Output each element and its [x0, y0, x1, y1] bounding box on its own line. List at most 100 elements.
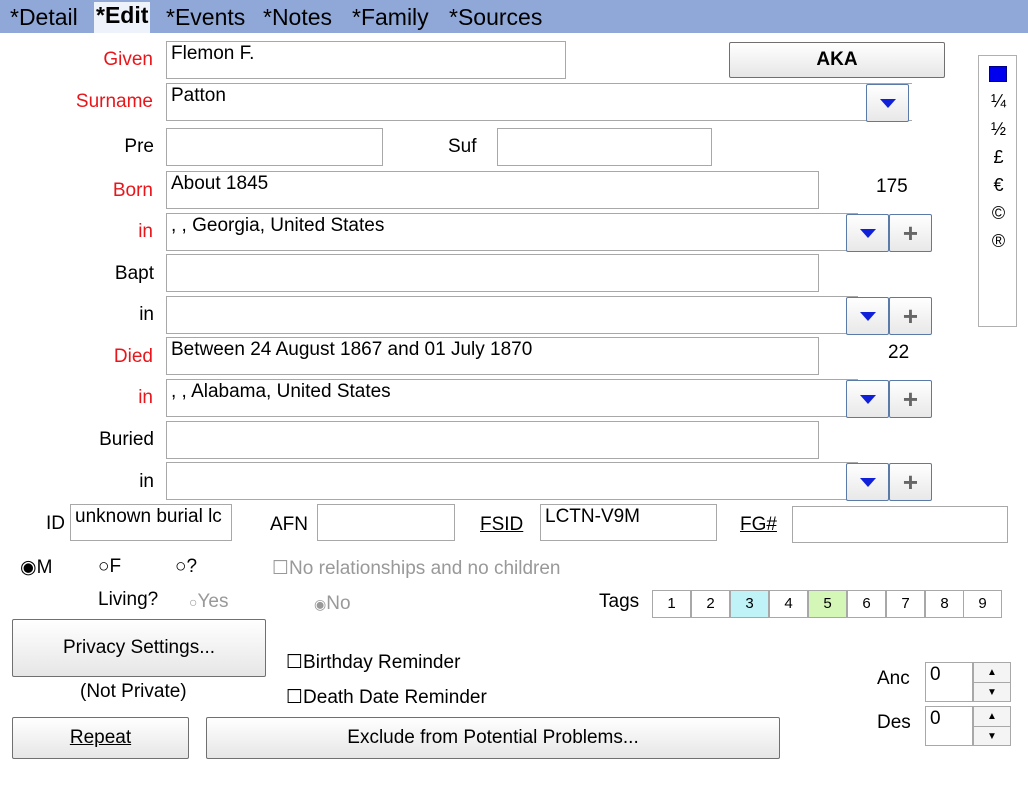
- chevron-down-icon: [859, 311, 876, 321]
- surname-label: Surname: [75, 91, 153, 112]
- living-yes-label: Yes: [197, 591, 229, 612]
- born-place-combobox[interactable]: , , Georgia, United States: [166, 213, 858, 251]
- tag-8[interactable]: 8: [925, 590, 964, 618]
- fsid-input[interactable]: LCTN-V9M: [540, 504, 717, 541]
- bapt-place-dropdown-button[interactable]: [846, 297, 889, 335]
- fg-link[interactable]: FG#: [740, 514, 777, 536]
- buried-place-add-button[interactable]: +: [889, 463, 932, 501]
- radio-empty-icon: ○: [175, 556, 187, 577]
- tab-notes[interactable]: *Notes: [263, 4, 332, 31]
- symbol-registered[interactable]: ®: [979, 231, 1018, 252]
- tag-6[interactable]: 6: [847, 590, 886, 618]
- tag-3[interactable]: 3: [730, 590, 769, 618]
- des-spinner[interactable]: ▲ ▼: [973, 706, 1011, 746]
- repeat-button[interactable]: Repeat: [12, 717, 189, 759]
- buried-label: Buried: [99, 429, 154, 450]
- tags-label: Tags: [599, 591, 640, 612]
- aka-button[interactable]: AKA: [729, 42, 945, 78]
- born-place-dropdown-button[interactable]: [846, 214, 889, 252]
- plus-icon: +: [902, 384, 919, 414]
- plus-icon: +: [902, 218, 919, 248]
- given-input[interactable]: Flemon F.: [166, 41, 566, 79]
- suffix-input[interactable]: [497, 128, 712, 166]
- symbol-half[interactable]: ½: [979, 119, 1018, 140]
- privacy-settings-button[interactable]: Privacy Settings...: [12, 619, 266, 677]
- sex-unknown-label: ?: [186, 556, 198, 577]
- tag-1[interactable]: 1: [652, 590, 691, 618]
- symbol-panel: ¼ ½ £ € © ®: [978, 55, 1017, 327]
- living-no-radio[interactable]: ◉No: [314, 593, 351, 615]
- died-place-dropdown-button[interactable]: [846, 380, 889, 418]
- tag-7[interactable]: 7: [886, 590, 925, 618]
- id-input[interactable]: unknown burial lc: [70, 504, 232, 541]
- died-label: Died: [113, 346, 153, 367]
- no-relationships-checkbox[interactable]: ☐No relationships and no children: [272, 557, 561, 580]
- born-date-input[interactable]: About 1845: [166, 171, 819, 209]
- died-date-input[interactable]: Between 24 August 1867 and 01 July 1870: [166, 337, 819, 375]
- symbol-pound[interactable]: £: [979, 147, 1018, 168]
- buried-place-combobox[interactable]: [166, 462, 858, 500]
- fg-input[interactable]: [792, 506, 1008, 543]
- sex-male-radio[interactable]: ◉M: [20, 556, 52, 579]
- buried-date-input[interactable]: [166, 421, 819, 459]
- bapt-place-combobox[interactable]: [166, 296, 858, 334]
- living-no-label: No: [326, 593, 351, 614]
- afn-label: AFN: [270, 514, 308, 535]
- born-place-add-button[interactable]: +: [889, 214, 932, 252]
- anc-input[interactable]: 0: [925, 662, 973, 702]
- spin-up-icon[interactable]: ▲: [974, 707, 1010, 726]
- prefix-input[interactable]: [166, 128, 383, 166]
- tab-family[interactable]: *Family: [352, 4, 429, 31]
- tab-edit-label: *Edit: [96, 2, 149, 28]
- tag-5[interactable]: 5: [808, 590, 847, 618]
- symbol-euro[interactable]: €: [979, 175, 1018, 196]
- tag-4[interactable]: 4: [769, 590, 808, 618]
- spin-down-icon[interactable]: ▼: [974, 682, 1010, 701]
- tab-events[interactable]: *Events: [166, 4, 245, 31]
- tab-notes-label: *Notes: [263, 4, 333, 30]
- death-reminder-checkbox[interactable]: ☐Death Date Reminder: [286, 686, 487, 709]
- checkbox-icon: ☐: [272, 558, 290, 579]
- sex-female-label: F: [109, 556, 122, 577]
- tag-9[interactable]: 9: [963, 590, 1002, 618]
- exclude-problems-button[interactable]: Exclude from Potential Problems...: [206, 717, 780, 759]
- birthday-reminder-checkbox[interactable]: ☐Birthday Reminder: [286, 651, 460, 674]
- anc-label: Anc: [877, 668, 910, 689]
- suf-label: Suf: [448, 136, 477, 157]
- privacy-status: (Not Private): [80, 681, 187, 702]
- given-label: Given: [103, 49, 153, 70]
- afn-input[interactable]: [317, 504, 455, 541]
- surname-combobox[interactable]: Patton: [166, 83, 912, 121]
- chevron-down-icon: [879, 98, 896, 108]
- bapt-date-input[interactable]: [166, 254, 819, 292]
- fsid-link-text: FSID: [480, 514, 524, 535]
- sex-female-radio[interactable]: ○F: [98, 556, 121, 578]
- died-in-label: in: [138, 387, 153, 408]
- sex-unknown-radio[interactable]: ○?: [175, 556, 197, 578]
- des-input[interactable]: 0: [925, 706, 973, 746]
- tag-2[interactable]: 2: [691, 590, 730, 618]
- tab-detail[interactable]: *Detail: [10, 4, 78, 31]
- surname-dropdown-button[interactable]: [866, 84, 909, 122]
- died-place-combobox[interactable]: , , Alabama, United States: [166, 379, 858, 417]
- symbol-quarter[interactable]: ¼: [979, 91, 1018, 112]
- buried-place-dropdown-button[interactable]: [846, 463, 889, 501]
- fsid-link[interactable]: FSID: [480, 514, 523, 536]
- spin-down-icon[interactable]: ▼: [974, 726, 1010, 745]
- chevron-down-icon: [859, 228, 876, 238]
- living-yes-radio[interactable]: ○Yes: [189, 591, 228, 613]
- symbol-copyright[interactable]: ©: [979, 203, 1018, 224]
- chevron-down-icon: [859, 394, 876, 404]
- radio-selected-icon: ◉: [314, 596, 327, 612]
- plus-icon: +: [902, 467, 919, 497]
- anc-spinner[interactable]: ▲ ▼: [973, 662, 1011, 702]
- died-place-add-button[interactable]: +: [889, 380, 932, 418]
- spin-up-icon[interactable]: ▲: [974, 663, 1010, 682]
- tab-edit[interactable]: *Edit: [94, 2, 151, 33]
- bapt-place-add-button[interactable]: +: [889, 297, 932, 335]
- born-in-label: in: [138, 221, 153, 242]
- tab-bar: *Detail *Edit *Events *Notes *Family *So…: [0, 0, 1028, 33]
- tab-sources[interactable]: *Sources: [449, 4, 542, 31]
- color-picker-swatch[interactable]: [989, 66, 1007, 82]
- sex-male-label: M: [36, 557, 53, 578]
